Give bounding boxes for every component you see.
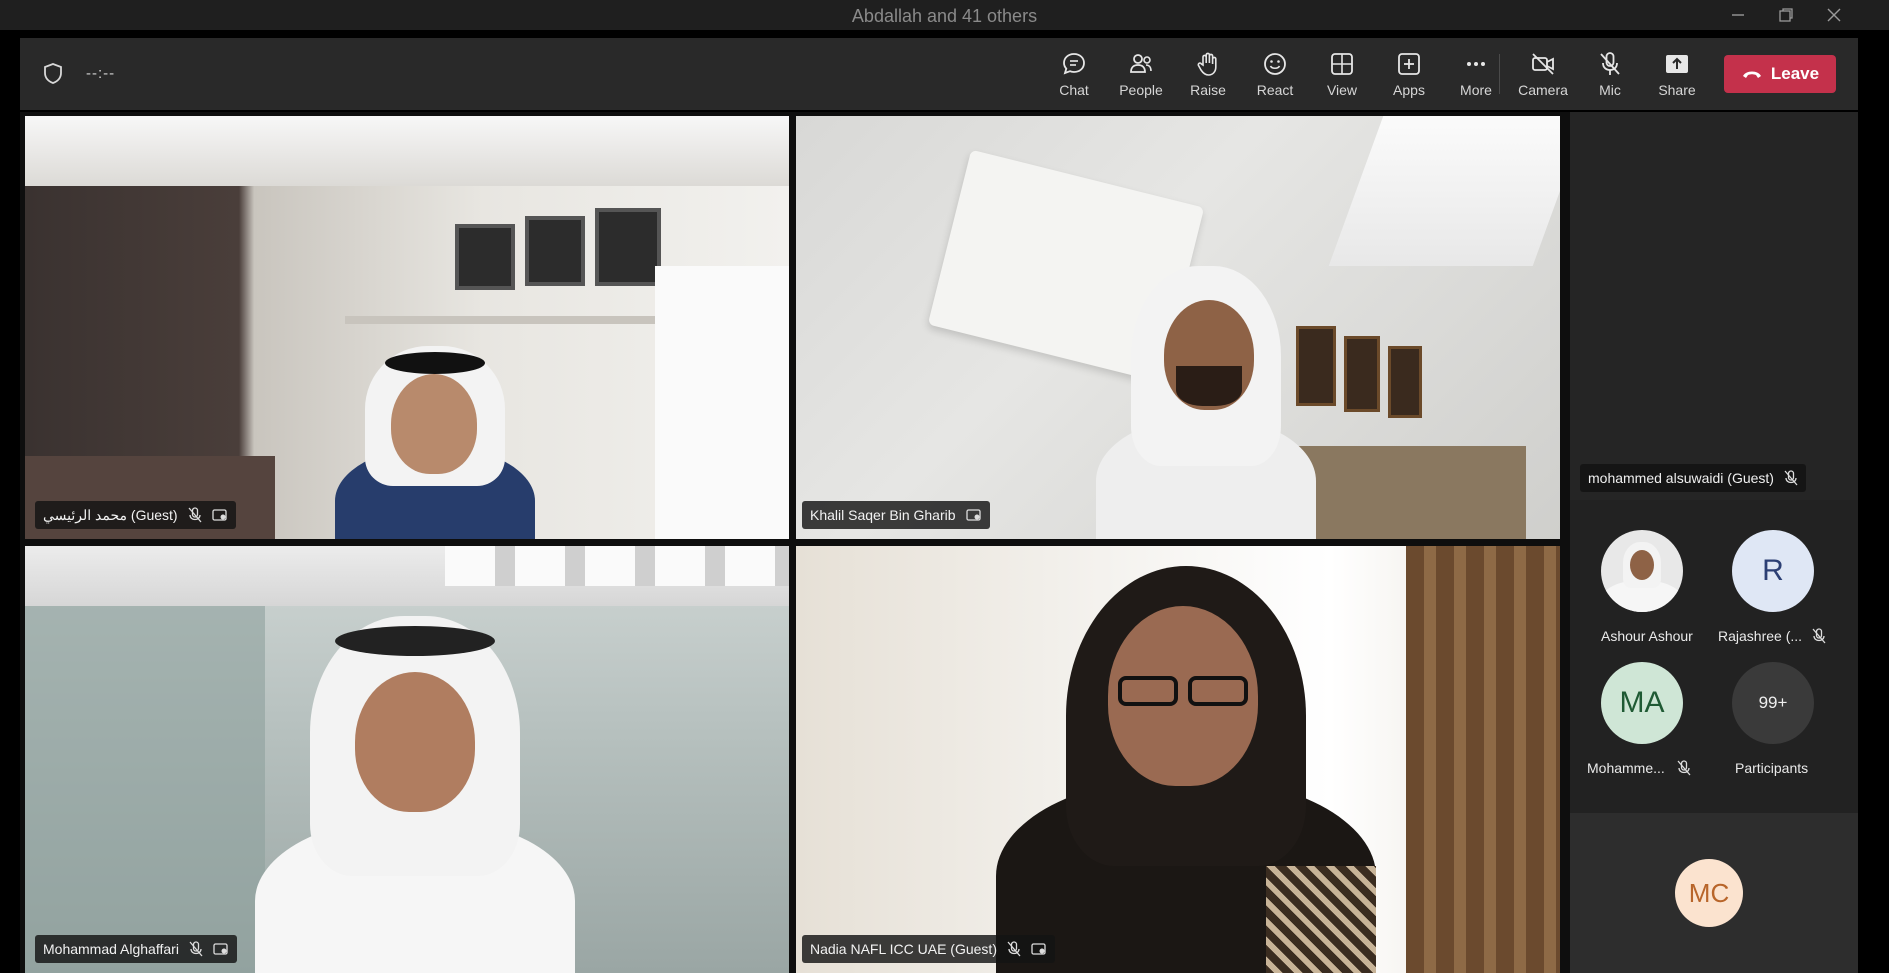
chat-label: Chat <box>1059 82 1089 98</box>
title-bar: Abdallah and 41 others <box>0 0 1889 30</box>
participants-label: Participants <box>1735 760 1809 776</box>
apps-icon <box>1398 53 1420 75</box>
camera-off-icon <box>1532 53 1554 75</box>
react-icon <box>1264 53 1286 75</box>
people-icon <box>1130 54 1152 73</box>
view-button[interactable]: View <box>1310 50 1374 102</box>
participants-sidebar: mohammed alsuwaidi (Guest) Ashour Ashour… <box>1570 112 1858 973</box>
meeting-toolbar: --:-- Chat People Raise React View Apps … <box>20 38 1858 110</box>
people-button[interactable]: People <box>1109 50 1173 102</box>
video-tile-4[interactable]: Nadia NAFL ICC UAE (Guest) <box>796 546 1560 973</box>
avatar: MC <box>1675 859 1743 927</box>
raise-hand-button[interactable]: Raise <box>1176 50 1240 102</box>
attendee-name: Mohamme... <box>1587 760 1691 779</box>
avatar-initials: MA <box>1619 686 1665 719</box>
meeting-timer: --:-- <box>86 65 116 82</box>
raise-hand-icon <box>1197 52 1217 76</box>
more-icon <box>1467 62 1485 66</box>
mic-muted-icon <box>1007 941 1021 957</box>
more-label: More <box>1460 82 1492 98</box>
camera-label: Camera <box>1518 82 1568 98</box>
camera-button[interactable]: Camera <box>1511 50 1575 102</box>
participant-nametag: Khalil Saqer Bin Gharib <box>802 501 990 529</box>
participant-name: Mohammad Alghaffari <box>43 941 179 957</box>
minimize-button[interactable] <box>1718 2 1758 28</box>
share-label: Share <box>1658 82 1696 98</box>
window-title: Abdallah and 41 others <box>851 6 1038 26</box>
share-icon <box>1666 55 1688 73</box>
participant-name: محمد الرئيسي (Guest) <box>43 506 178 523</box>
spotlight-nametag: mohammed alsuwaidi (Guest) <box>1580 464 1806 492</box>
restore-button[interactable] <box>1766 2 1806 28</box>
chat-button[interactable]: Chat <box>1042 50 1106 102</box>
mic-muted-icon <box>1812 628 1826 647</box>
avatar[interactable] <box>1601 530 1683 612</box>
overflow-count: 99+ <box>1758 693 1788 712</box>
react-button[interactable]: React <box>1243 50 1307 102</box>
toolbar-divider <box>1499 54 1500 94</box>
mic-label: Mic <box>1599 82 1621 98</box>
mic-muted-icon <box>188 507 202 523</box>
video-tile-1[interactable]: محمد الرئيسي (Guest) <box>25 116 789 539</box>
mic-muted-icon <box>189 941 203 957</box>
spotlight-icon <box>211 508 228 522</box>
video-tile-2[interactable]: Khalil Saqer Bin Gharib <box>796 116 1560 539</box>
leave-button[interactable]: Leave <box>1724 55 1836 93</box>
video-feed <box>25 546 789 973</box>
avatar[interactable]: R <box>1732 530 1814 612</box>
video-feed <box>25 116 789 539</box>
react-label: React <box>1256 82 1294 98</box>
minimize-icon <box>1732 14 1744 16</box>
participants-overflow-button[interactable]: 99+ <box>1732 662 1814 744</box>
close-window-button[interactable] <box>1814 2 1854 28</box>
participant-name: Khalil Saqer Bin Gharib <box>810 507 956 523</box>
raise-label: Raise <box>1190 82 1226 98</box>
restore-icon <box>1779 8 1793 22</box>
mic-muted-icon <box>1677 760 1691 779</box>
avatar[interactable]: MA <box>1601 662 1683 744</box>
share-button[interactable]: Share <box>1645 50 1709 102</box>
avatar-initials: R <box>1762 554 1784 587</box>
participant-nametag: Mohammad Alghaffari <box>35 935 237 963</box>
view-label: View <box>1326 82 1358 98</box>
shield-icon[interactable] <box>42 62 64 91</box>
attendee-name: Rajashree (... <box>1718 628 1826 647</box>
participant-nametag: Nadia NAFL ICC UAE (Guest) <box>802 935 1055 963</box>
participant-name: Nadia NAFL ICC UAE (Guest) <box>810 941 997 957</box>
spotlight-icon <box>213 942 229 956</box>
chat-icon <box>1063 53 1085 75</box>
mic-off-icon <box>1600 52 1620 75</box>
participant-nametag: محمد الرئيسي (Guest) <box>35 501 236 529</box>
attendee-name: Ashour Ashour <box>1601 628 1693 644</box>
leave-label: Leave <box>1770 64 1820 83</box>
hang-up-icon <box>1742 71 1761 78</box>
people-label: People <box>1119 82 1163 98</box>
mic-button[interactable]: Mic <box>1578 50 1642 102</box>
spotlight-icon <box>1031 942 1047 956</box>
spotlight-participant-name: mohammed alsuwaidi (Guest) <box>1588 470 1774 486</box>
spotlight-icon <box>965 508 982 522</box>
avatar-initials: MC <box>1688 877 1730 908</box>
close-icon <box>1827 8 1841 22</box>
apps-label: Apps <box>1393 82 1425 98</box>
video-feed <box>796 116 1560 539</box>
video-feed <box>796 546 1560 973</box>
mic-muted-icon <box>1784 470 1798 486</box>
spotlight-video-off[interactable] <box>1570 112 1858 500</box>
self-view-tile[interactable]: MC <box>1570 813 1858 973</box>
video-tile-3[interactable]: Mohammad Alghaffari <box>25 546 789 973</box>
view-icon <box>1331 53 1353 75</box>
apps-button[interactable]: Apps <box>1377 50 1441 102</box>
